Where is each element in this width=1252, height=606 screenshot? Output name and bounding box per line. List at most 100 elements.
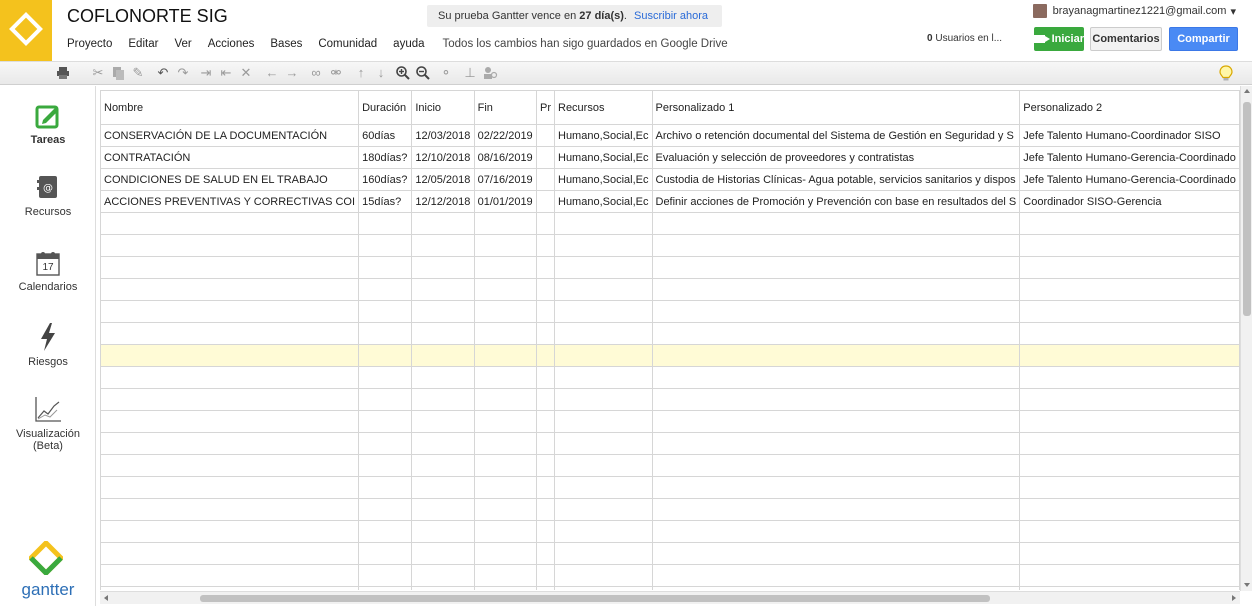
table-cell[interactable] xyxy=(411,234,475,257)
table-cell[interactable] xyxy=(651,322,1021,345)
table-cell[interactable]: Jefe Talento Humano-Gerencia-Coordinado xyxy=(1019,168,1240,191)
table-cell[interactable] xyxy=(536,168,555,191)
table-cell[interactable] xyxy=(100,454,360,477)
table-cell[interactable] xyxy=(473,564,538,587)
table-cell[interactable] xyxy=(1019,498,1240,521)
table-cell[interactable] xyxy=(473,278,538,301)
table-cell[interactable] xyxy=(358,212,413,235)
subscribe-link[interactable]: Suscribir ahora xyxy=(634,10,708,22)
scroll-up-icon[interactable] xyxy=(1244,89,1250,93)
table-cell[interactable] xyxy=(536,300,555,323)
table-cell[interactable] xyxy=(473,520,538,543)
table-cell[interactable] xyxy=(554,256,653,279)
table-cell[interactable] xyxy=(1019,278,1240,301)
menu-acciones[interactable]: Acciones xyxy=(208,38,255,50)
app-logo[interactable] xyxy=(0,0,52,62)
table-row[interactable] xyxy=(100,278,1240,301)
table-cell[interactable] xyxy=(536,388,555,411)
scroll-left-icon[interactable] xyxy=(104,595,108,601)
table-cell[interactable] xyxy=(554,366,653,389)
table-cell[interactable] xyxy=(1019,366,1240,389)
assign-resource-icon[interactable]: ⊥ xyxy=(462,65,478,81)
table-cell[interactable] xyxy=(536,542,555,565)
cut-icon[interactable]: ✂ xyxy=(90,65,106,81)
table-cell[interactable]: 01/01/2019 xyxy=(473,190,538,213)
table-cell[interactable] xyxy=(651,432,1021,455)
table-cell[interactable] xyxy=(651,520,1021,543)
outdent-icon[interactable]: ⇤ xyxy=(218,65,234,81)
table-cell[interactable]: 12/03/2018 xyxy=(411,124,475,147)
table-cell[interactable] xyxy=(358,476,413,499)
table-cell[interactable] xyxy=(554,322,653,345)
table-cell[interactable]: 12/05/2018 xyxy=(411,168,475,191)
table-row[interactable] xyxy=(100,344,1240,367)
table-cell[interactable] xyxy=(473,476,538,499)
column-header[interactable]: Fin xyxy=(473,90,538,125)
move-up-icon[interactable]: ↑ xyxy=(353,65,369,81)
table-cell[interactable] xyxy=(1019,542,1240,565)
table-cell[interactable] xyxy=(651,388,1021,411)
table-cell[interactable]: 180días? xyxy=(358,146,413,169)
column-header[interactable]: Personalizado 2 xyxy=(1019,90,1240,125)
table-cell[interactable]: 160días? xyxy=(358,168,413,191)
scroll-down-icon[interactable] xyxy=(1244,583,1250,587)
menu-bases[interactable]: Bases xyxy=(270,38,302,50)
column-header[interactable]: Personalizado 1 xyxy=(651,90,1021,125)
table-cell[interactable]: 12/10/2018 xyxy=(411,146,475,169)
users-online[interactable]: 0 Usuarios en l... xyxy=(927,33,1002,44)
table-cell[interactable]: CONDICIONES DE SALUD EN EL TRABAJO xyxy=(100,168,360,191)
table-cell[interactable] xyxy=(411,366,475,389)
table-cell[interactable] xyxy=(651,586,1021,590)
table-row[interactable] xyxy=(100,300,1240,323)
redo-icon[interactable]: ↷ xyxy=(175,65,191,81)
paste-icon[interactable]: ✎ xyxy=(130,65,146,81)
table-row[interactable] xyxy=(100,564,1240,587)
lightbulb-icon[interactable] xyxy=(1218,65,1234,81)
table-cell[interactable] xyxy=(358,498,413,521)
table-cell[interactable] xyxy=(554,234,653,257)
table-cell[interactable] xyxy=(1019,212,1240,235)
table-cell[interactable]: Humano,Social,Ec xyxy=(554,190,653,213)
table-cell[interactable] xyxy=(100,432,360,455)
table-cell[interactable] xyxy=(473,212,538,235)
move-left-icon[interactable]: ← xyxy=(264,65,280,81)
menu-ver[interactable]: Ver xyxy=(174,38,191,50)
table-cell[interactable] xyxy=(358,432,413,455)
table-cell[interactable] xyxy=(536,564,555,587)
table-cell[interactable] xyxy=(411,586,475,590)
table-row[interactable] xyxy=(100,542,1240,565)
table-row[interactable] xyxy=(100,366,1240,389)
table-cell[interactable] xyxy=(358,256,413,279)
table-cell[interactable] xyxy=(473,234,538,257)
table-cell[interactable] xyxy=(358,278,413,301)
table-cell[interactable]: Humano,Social,Ec xyxy=(554,168,653,191)
table-cell[interactable] xyxy=(100,498,360,521)
table-cell[interactable] xyxy=(536,256,555,279)
table-cell[interactable] xyxy=(651,344,1021,367)
table-cell[interactable] xyxy=(358,520,413,543)
table-row[interactable] xyxy=(100,410,1240,433)
table-cell[interactable]: Definir acciones de Promoción y Prevenci… xyxy=(651,190,1021,213)
table-cell[interactable] xyxy=(358,564,413,587)
table-cell[interactable] xyxy=(536,146,555,169)
table-cell[interactable] xyxy=(358,234,413,257)
table-cell[interactable] xyxy=(100,300,360,323)
table-cell[interactable] xyxy=(100,366,360,389)
table-cell[interactable] xyxy=(100,520,360,543)
table-cell[interactable] xyxy=(651,300,1021,323)
indent-icon[interactable]: ⇥ xyxy=(198,65,214,81)
menu-editar[interactable]: Editar xyxy=(128,38,158,50)
table-row[interactable] xyxy=(100,388,1240,411)
table-cell[interactable] xyxy=(554,520,653,543)
user-account[interactable]: brayanagmartinez1221@gmail.com ▾ xyxy=(1032,4,1236,18)
table-cell[interactable] xyxy=(651,564,1021,587)
table-cell[interactable]: 12/12/2018 xyxy=(411,190,475,213)
project-title[interactable]: COFLONORTE SIG xyxy=(67,6,228,27)
vertical-scroll-thumb[interactable] xyxy=(1243,102,1251,316)
table-cell[interactable] xyxy=(473,366,538,389)
table-cell[interactable] xyxy=(100,388,360,411)
table-cell[interactable] xyxy=(536,366,555,389)
horizontal-scrollbar[interactable] xyxy=(100,591,1240,604)
table-cell[interactable] xyxy=(554,300,653,323)
delete-icon[interactable]: ✕ xyxy=(238,65,254,81)
